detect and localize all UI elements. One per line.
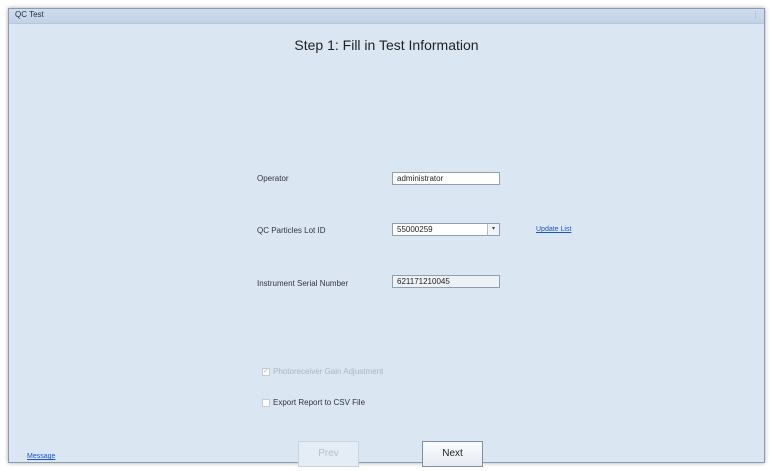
serial-number-field: 621171210045 xyxy=(392,275,500,288)
lot-id-select[interactable]: 55000259 ▾ xyxy=(392,223,500,236)
serial-number-label: Instrument Serial Number xyxy=(257,279,349,288)
export-csv-option[interactable]: Export Report to CSV File xyxy=(262,398,365,407)
lot-id-value: 55000259 xyxy=(397,225,433,234)
chevron-down-icon[interactable]: ▾ xyxy=(487,224,499,235)
lot-id-label: QC Particles Lot ID xyxy=(257,226,326,235)
photoreceiver-label: Photoreceiver Gain Adjustment xyxy=(273,367,384,376)
export-csv-label: Export Report to CSV File xyxy=(273,398,366,407)
message-link[interactable]: Message xyxy=(27,453,55,460)
export-csv-checkbox[interactable] xyxy=(262,398,270,407)
title-bar: QC Test xyxy=(9,9,764,24)
next-button[interactable]: Next xyxy=(422,441,483,467)
update-list-link[interactable]: Update List xyxy=(536,226,571,233)
operator-label: Operator xyxy=(257,174,289,183)
window-title: QC Test xyxy=(15,10,44,19)
operator-input[interactable]: administrator xyxy=(392,172,500,185)
prev-button[interactable]: Prev xyxy=(298,441,359,467)
window-control[interactable] xyxy=(755,11,762,19)
step-heading: Step 1: Fill in Test Information xyxy=(294,37,479,53)
qc-test-window: QC Test Step 1: Fill in Test Information… xyxy=(8,8,765,467)
photoreceiver-checkbox: ✓ xyxy=(262,367,270,376)
photoreceiver-option: ✓ Photoreceiver Gain Adjustment xyxy=(262,367,383,376)
